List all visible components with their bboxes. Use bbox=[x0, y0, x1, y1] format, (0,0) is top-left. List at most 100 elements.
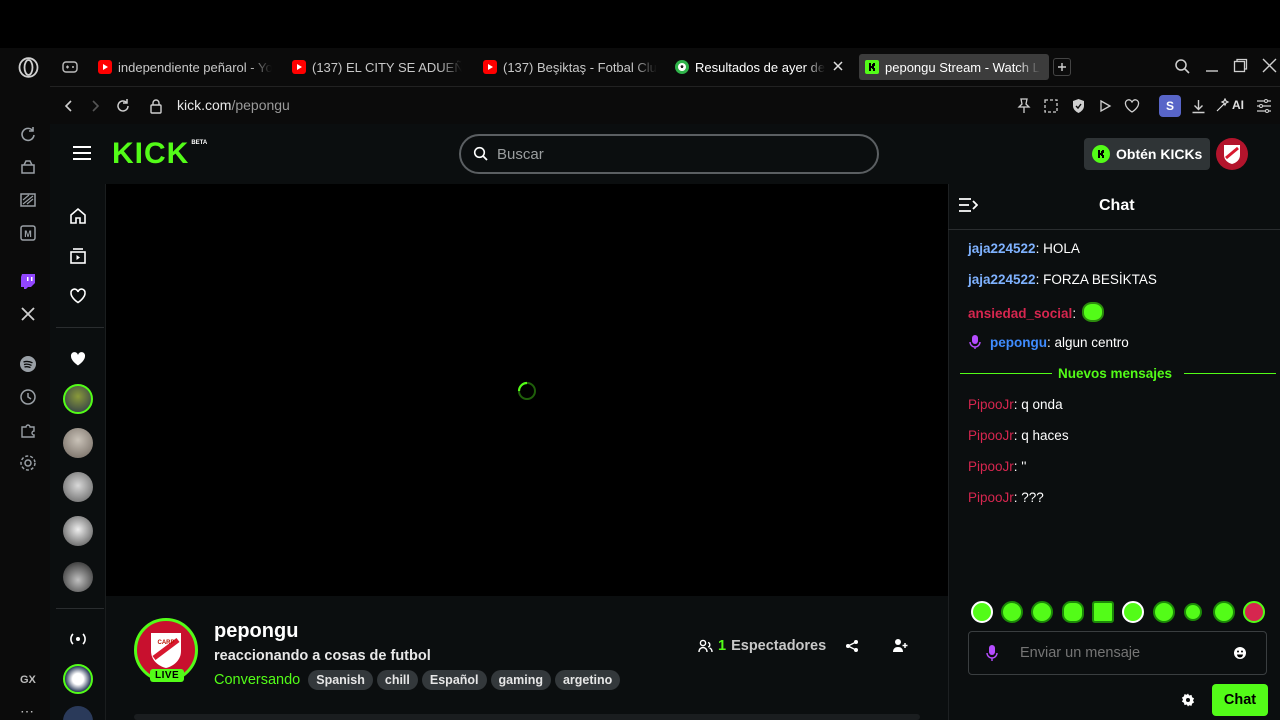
download-icon[interactable] bbox=[1188, 96, 1208, 116]
emote-icon[interactable] bbox=[1213, 601, 1235, 623]
news-icon[interactable] bbox=[17, 189, 39, 211]
chat-username[interactable]: PipooJr bbox=[968, 428, 1014, 443]
home-icon[interactable] bbox=[69, 207, 87, 225]
emote-icon[interactable] bbox=[1001, 601, 1023, 623]
viewers-label: Espectadores bbox=[731, 638, 827, 654]
emote-icon[interactable] bbox=[1062, 601, 1084, 623]
emote-icon[interactable] bbox=[1092, 601, 1114, 623]
lock-icon[interactable] bbox=[146, 96, 166, 116]
profile-avatar[interactable]: S bbox=[1159, 95, 1181, 117]
chat-settings-gear-icon[interactable] bbox=[1181, 693, 1195, 707]
followed-channel-avatar[interactable] bbox=[63, 428, 93, 458]
tab-title: (137) Beşiktaş - Fotbal Clu bbox=[503, 59, 657, 75]
pin-icon[interactable] bbox=[1014, 96, 1034, 116]
mic-icon bbox=[986, 645, 998, 661]
kick-emote-icon bbox=[1082, 302, 1105, 322]
kick-logo[interactable]: KICK BETA bbox=[112, 138, 207, 170]
game-controller-icon[interactable] bbox=[62, 60, 78, 74]
browse-icon[interactable] bbox=[69, 247, 87, 265]
tab-youtube-2[interactable]: (137) EL CITY SE ADUEÑÓ bbox=[286, 54, 462, 80]
url-text[interactable]: kick.com/pepongu bbox=[177, 97, 290, 113]
chat-message-input[interactable] bbox=[1020, 645, 1225, 661]
chat-text: : '' bbox=[1013, 459, 1027, 474]
minimize-icon[interactable] bbox=[1205, 58, 1219, 74]
search-bar[interactable] bbox=[459, 134, 879, 174]
emote-icon[interactable] bbox=[1184, 603, 1202, 621]
followed-channel-avatar[interactable] bbox=[63, 472, 93, 502]
emoji-smiley-icon[interactable] bbox=[1233, 646, 1247, 660]
history-clock-icon[interactable] bbox=[17, 386, 39, 408]
chat-message: jaja224522: HOLA bbox=[968, 241, 1080, 256]
followed-channel-avatar[interactable] bbox=[63, 562, 93, 592]
tag-chip[interactable]: Español bbox=[421, 670, 487, 690]
user-avatar[interactable] bbox=[1216, 138, 1248, 170]
opera-logo-icon[interactable] bbox=[18, 57, 39, 78]
twitch-icon[interactable] bbox=[17, 270, 39, 292]
chat-header-divider bbox=[948, 229, 1280, 230]
heart-bookmark-icon[interactable] bbox=[1122, 96, 1142, 116]
new-tab-plus-icon[interactable] bbox=[1053, 58, 1071, 76]
get-kicks-button[interactable]: Obtén KICKs bbox=[1084, 138, 1211, 170]
reload-icon[interactable] bbox=[113, 96, 133, 116]
emote-icon[interactable] bbox=[1122, 601, 1144, 623]
live-broadcast-icon[interactable] bbox=[68, 631, 88, 647]
snapshot-icon[interactable] bbox=[1041, 96, 1061, 116]
tag-chip[interactable]: chill bbox=[376, 670, 418, 690]
aria-ai-button[interactable]: AI bbox=[1216, 98, 1244, 112]
play-icon[interactable] bbox=[1095, 96, 1115, 116]
messenger-m-icon[interactable]: M bbox=[17, 222, 39, 244]
emote-icon[interactable] bbox=[1153, 601, 1175, 623]
back-arrow-icon[interactable] bbox=[59, 96, 79, 116]
more-dots-icon[interactable]: ⋯ bbox=[20, 703, 35, 720]
chat-username[interactable]: ansiedad_social bbox=[968, 306, 1072, 321]
kick-logo-beta: BETA bbox=[191, 140, 208, 146]
search-input[interactable] bbox=[497, 145, 837, 163]
close-tab-icon[interactable] bbox=[831, 59, 845, 73]
easy-setup-icon[interactable] bbox=[1254, 96, 1274, 116]
speed-dial-icon[interactable] bbox=[17, 123, 39, 145]
chat-username[interactable]: jaja224522 bbox=[968, 272, 1036, 287]
followed-channel-avatar[interactable] bbox=[63, 384, 93, 414]
chat-username[interactable]: PipooJr bbox=[968, 490, 1014, 505]
adblock-shield-icon[interactable] bbox=[1068, 96, 1088, 116]
followed-channel-avatar[interactable] bbox=[63, 516, 93, 546]
channel-name[interactable]: pepongu bbox=[214, 620, 298, 643]
hamburger-menu-icon[interactable] bbox=[72, 145, 92, 161]
tab-resultados[interactable]: Resultados de ayer de bbox=[669, 54, 829, 80]
loading-spinner-icon bbox=[516, 380, 538, 402]
chat-text: : FORZA BESİKTAS bbox=[1035, 272, 1157, 287]
emote-icon[interactable] bbox=[1031, 601, 1053, 623]
chat-username[interactable]: pepongu bbox=[990, 335, 1047, 350]
chat-username[interactable]: jaja224522 bbox=[968, 241, 1036, 256]
emote-icon[interactable] bbox=[971, 601, 993, 623]
settings-gear-icon[interactable] bbox=[17, 452, 39, 474]
recommended-channel-avatar[interactable] bbox=[63, 664, 93, 694]
restore-window-icon[interactable] bbox=[1233, 58, 1248, 73]
tab-kick-active[interactable]: pepongu Stream - Watch L bbox=[859, 54, 1049, 80]
tag-chip[interactable]: Spanish bbox=[308, 670, 373, 690]
tag-chip[interactable]: gaming bbox=[490, 670, 551, 690]
chat-input-box[interactable] bbox=[968, 631, 1267, 675]
stream-category-link[interactable]: Conversando bbox=[214, 672, 300, 688]
x-twitter-icon[interactable] bbox=[17, 303, 39, 325]
url-path: /pepongu bbox=[231, 97, 290, 113]
chat-username[interactable]: PipooJr bbox=[968, 397, 1014, 412]
close-window-icon[interactable] bbox=[1262, 58, 1277, 73]
share-icon[interactable] bbox=[845, 639, 859, 653]
collapse-chat-icon[interactable] bbox=[958, 197, 978, 213]
forward-arrow-icon[interactable] bbox=[85, 96, 105, 116]
extensions-puzzle-icon[interactable] bbox=[17, 419, 39, 441]
chat-message: pepongu: algun centro bbox=[968, 334, 1129, 350]
tag-chip[interactable]: argetino bbox=[554, 670, 621, 690]
shopping-icon[interactable] bbox=[17, 156, 39, 178]
send-chat-button[interactable]: Chat bbox=[1212, 684, 1268, 716]
following-heart-icon[interactable] bbox=[69, 288, 87, 304]
chat-username[interactable]: PipooJr bbox=[968, 459, 1014, 474]
spotify-icon[interactable] bbox=[17, 353, 39, 375]
search-tabs-icon[interactable] bbox=[1174, 58, 1191, 75]
emote-icon[interactable] bbox=[1243, 601, 1265, 623]
tab-youtube-3[interactable]: (137) Beşiktaş - Fotbal Clu bbox=[477, 54, 657, 80]
tab-youtube-1[interactable]: independiente peñarol - Yo bbox=[92, 54, 272, 80]
gx-label[interactable]: GX bbox=[20, 674, 36, 686]
follow-user-icon[interactable] bbox=[892, 638, 908, 653]
